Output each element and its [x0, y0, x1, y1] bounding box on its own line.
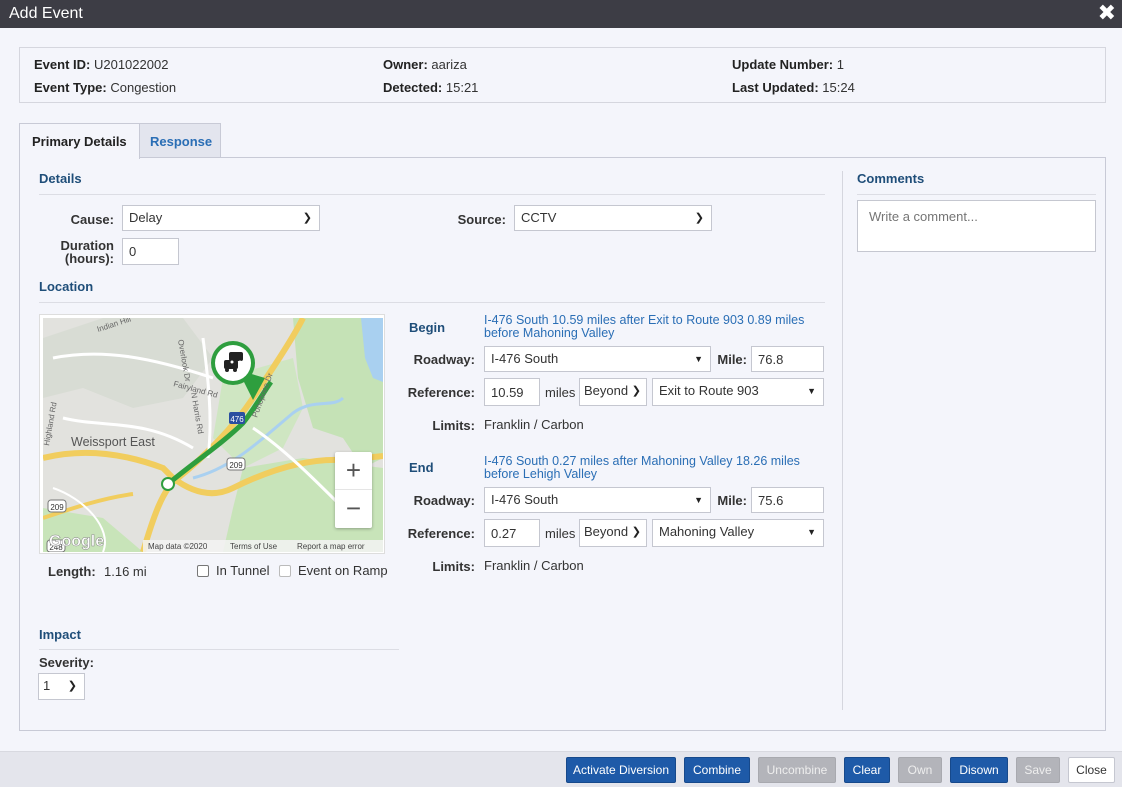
chevron-down-icon: ❯	[67, 680, 77, 692]
severity-select[interactable]: 1 ❯	[38, 673, 85, 700]
begin-mile-label: Mile:	[717, 352, 747, 367]
end-title: End	[409, 460, 434, 475]
caret-down-icon: ▼	[807, 527, 816, 537]
map-report-link[interactable]: Report a map error	[297, 542, 365, 551]
duration-input[interactable]	[122, 238, 179, 265]
location-map[interactable]: Weissport East Indian Hill Overlook Dr F…	[39, 314, 385, 554]
begin-title: Begin	[409, 320, 446, 335]
begin-roadway-select[interactable]: I-476 South ▼	[484, 346, 711, 372]
event-type: Event Type: Congestion	[34, 80, 177, 95]
event-detected: Detected: 15:21	[383, 80, 479, 95]
uncombine-button[interactable]: Uncombine	[758, 757, 836, 783]
window-title: Add Event	[9, 5, 83, 22]
event-owner: Owner: aariza	[383, 57, 467, 72]
begin-description: I-476 South 10.59 miles after Exit to Ro…	[484, 313, 805, 340]
impact-divider	[39, 649, 399, 650]
details-divider	[39, 194, 825, 195]
severity-label: Severity:	[39, 655, 94, 670]
combine-button[interactable]: Combine	[684, 757, 750, 783]
end-roadway-select[interactable]: I-476 South ▼	[484, 487, 711, 513]
end-mile-input[interactable]	[751, 487, 824, 513]
zoom-in-button[interactable]: +	[335, 452, 372, 490]
map-data-credit: Map data ©2020	[148, 542, 208, 551]
end-roadway-label: Roadway:	[413, 493, 475, 508]
last-updated: Last Updated: 15:24	[732, 80, 855, 95]
location-section-title: Location	[39, 279, 94, 294]
end-reference-label: Reference:	[407, 526, 475, 541]
own-button[interactable]: Own	[898, 757, 942, 783]
begin-reference-label: Reference:	[407, 385, 475, 400]
tab-primary-details[interactable]: Primary Details	[19, 123, 140, 159]
source-label: Source:	[457, 212, 506, 227]
cause-label: Cause:	[70, 212, 114, 227]
duration-label: Duration (hours):	[60, 238, 114, 266]
comments-title-divider	[857, 194, 1096, 195]
begin-limits-label: Limits:	[432, 418, 475, 433]
map-canvas[interactable]: Weissport East Indian Hill Overlook Dr F…	[42, 314, 384, 553]
begin-landmark-select[interactable]: Exit to Route 903 ▼	[652, 378, 824, 406]
end-reference-input[interactable]	[484, 519, 540, 547]
end-limits-value: Franklin / Carbon	[484, 558, 584, 573]
event-on-ramp-label: Event on Ramp	[298, 563, 388, 578]
update-number: Update Number: 1	[732, 57, 844, 72]
activate-diversion-button[interactable]: Activate Diversion	[566, 757, 676, 783]
source-select[interactable]: CCTV ❯	[514, 205, 712, 231]
in-tunnel-checkbox[interactable]	[197, 565, 209, 577]
close-button[interactable]: Close	[1068, 757, 1115, 783]
begin-miles-unit: miles	[545, 385, 576, 400]
save-button[interactable]: Save	[1016, 757, 1060, 783]
end-miles-unit: miles	[545, 526, 576, 541]
impact-section-title: Impact	[39, 627, 81, 642]
caret-down-icon: ▼	[694, 354, 703, 364]
in-tunnel-label: In Tunnel	[216, 563, 270, 578]
end-mile-label: Mile:	[717, 493, 747, 508]
window-title-bar: Add Event ✖	[0, 0, 1122, 28]
chevron-down-icon: ❯	[302, 212, 312, 224]
chevron-down-icon: ❯	[631, 526, 641, 538]
begin-limits-value: Franklin / Carbon	[484, 417, 584, 432]
clear-button[interactable]: Clear	[844, 757, 890, 783]
tab-response[interactable]: Response	[137, 123, 221, 158]
location-divider	[39, 302, 825, 303]
caret-down-icon: ▼	[807, 386, 816, 396]
route-shield-label: 209	[50, 503, 64, 512]
chevron-down-icon: ❯	[694, 212, 704, 224]
map-terms-link[interactable]: Terms of Use	[230, 542, 278, 551]
details-section-title: Details	[39, 171, 82, 186]
cause-select[interactable]: Delay ❯	[122, 205, 320, 231]
begin-roadway-label: Roadway:	[413, 352, 475, 367]
comments-section-title: Comments	[857, 171, 925, 186]
event-info-panel: Event ID: U201022002 Event Type: Congest…	[19, 47, 1106, 103]
map-zoom-controls: + −	[335, 452, 372, 528]
end-limits-label: Limits:	[432, 559, 475, 574]
end-description: I-476 South 0.27 miles after Mahoning Va…	[484, 454, 800, 481]
begin-mile-input[interactable]	[751, 346, 824, 372]
end-direction-select[interactable]: Beyond ❯	[579, 519, 647, 547]
length-label: Length:	[48, 564, 96, 579]
event-id: Event ID: U201022002	[34, 57, 169, 72]
route-start-marker[interactable]	[161, 477, 175, 491]
begin-reference-input[interactable]	[484, 378, 540, 406]
close-icon[interactable]: ✖	[1098, 1, 1116, 25]
chevron-down-icon: ❯	[631, 385, 641, 397]
disown-button[interactable]: Disown	[950, 757, 1008, 783]
google-logo: Google	[49, 533, 104, 550]
route-shield-label: 209	[229, 461, 243, 470]
interstate-shield-label: 476	[230, 415, 244, 424]
map-label-weissport: Weissport East	[71, 435, 155, 449]
begin-direction-select[interactable]: Beyond ❯	[579, 378, 647, 406]
caret-down-icon: ▼	[694, 495, 703, 505]
zoom-out-button[interactable]: −	[335, 490, 372, 528]
end-landmark-select[interactable]: Mahoning Valley ▼	[652, 519, 824, 547]
comments-divider	[842, 171, 843, 710]
event-on-ramp-checkbox[interactable]	[279, 565, 291, 577]
length-value: 1.16 mi	[104, 564, 147, 579]
comment-input[interactable]	[857, 200, 1096, 252]
